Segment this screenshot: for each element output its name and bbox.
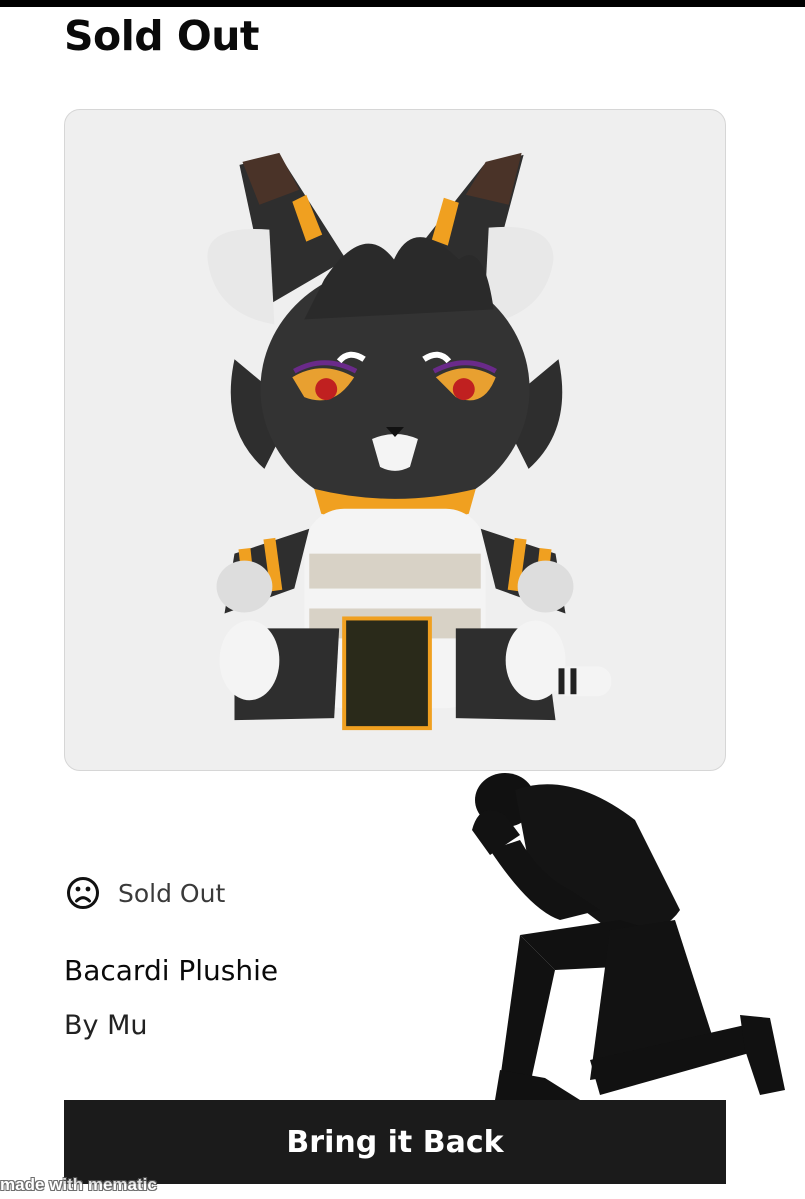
- top-bar: [0, 0, 805, 7]
- product-author: By Mu: [64, 1010, 148, 1041]
- product-image-card[interactable]: [64, 109, 726, 771]
- page-title: Sold Out: [64, 12, 260, 60]
- sad-face-icon: [67, 877, 99, 909]
- product-name: Bacardi Plushie: [64, 954, 279, 987]
- bring-it-back-button[interactable]: Bring it Back: [64, 1100, 726, 1184]
- plushie-image: [207, 152, 612, 731]
- mematic-watermark: made with mematic: [0, 1175, 157, 1194]
- kneeling-man-silhouette: [460, 760, 805, 1110]
- status-row: Sold Out: [66, 876, 225, 910]
- status-text: Sold Out: [118, 878, 226, 908]
